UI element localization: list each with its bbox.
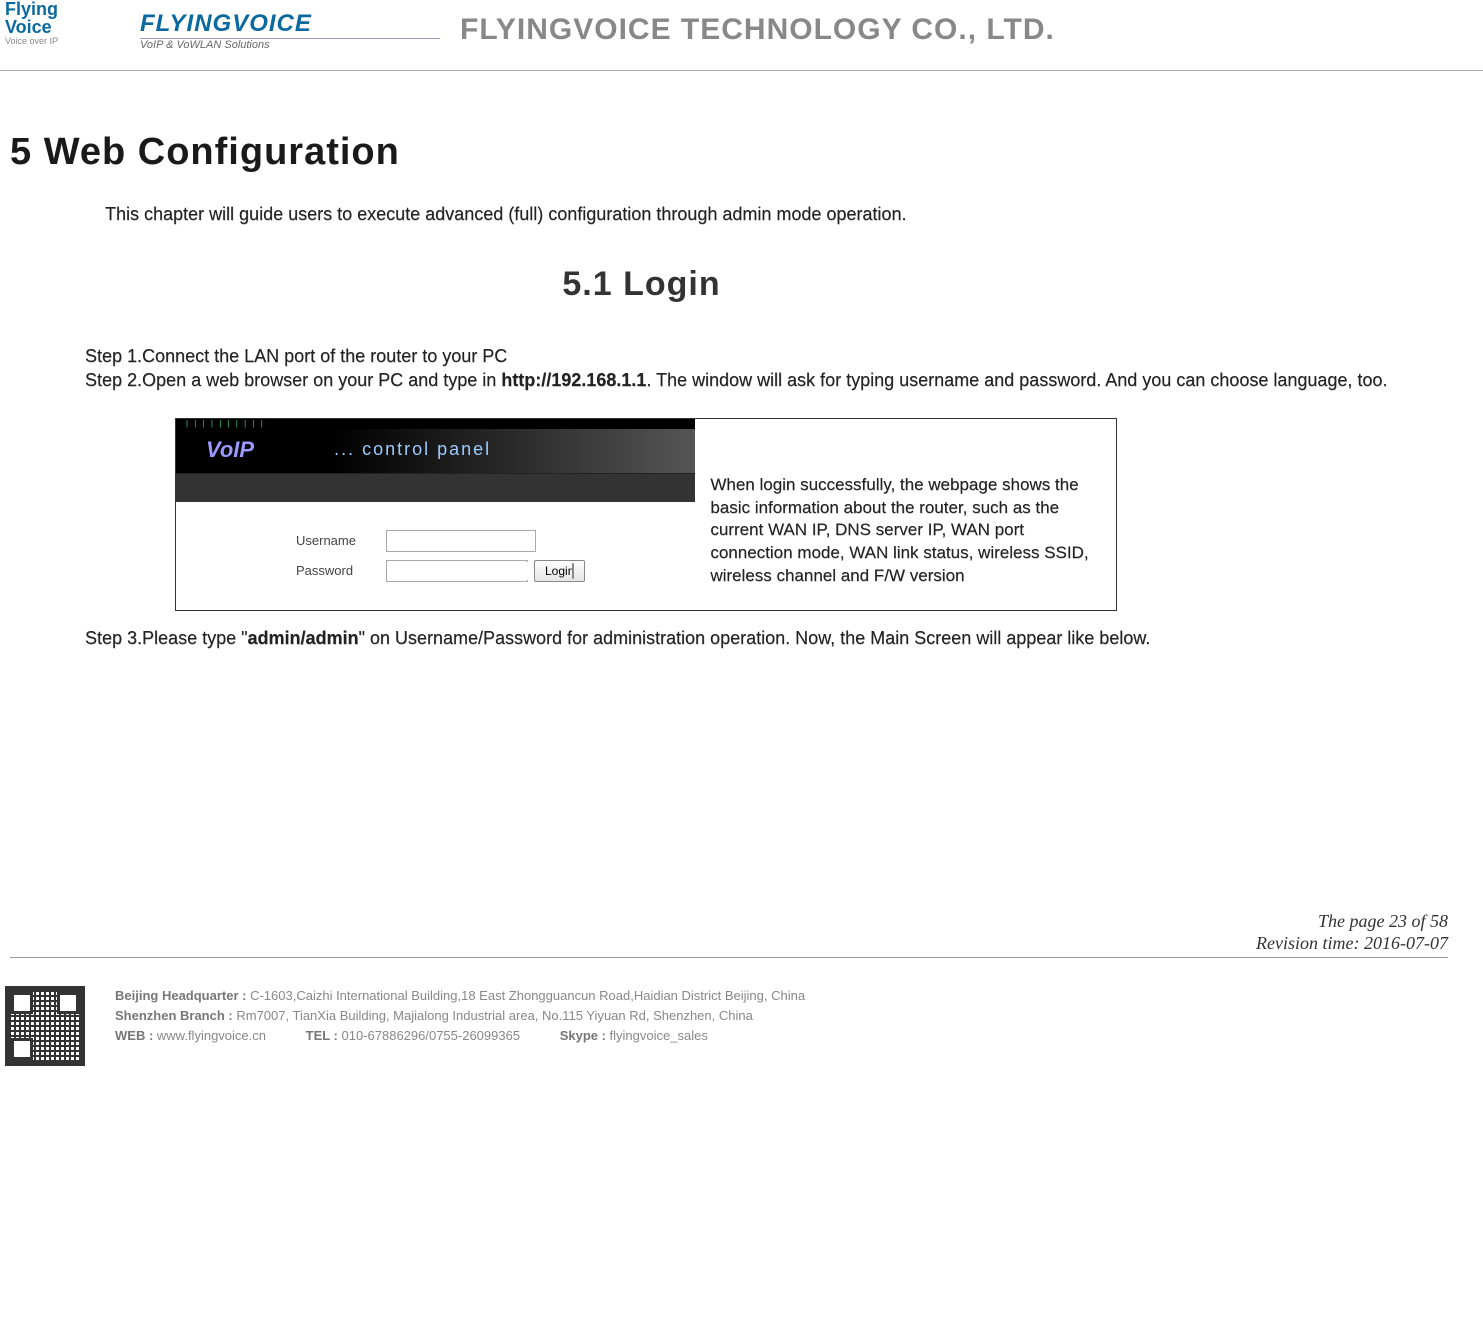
tel-value: 010-67886296/0755-26099365 bbox=[342, 1028, 521, 1043]
keyboard-icon[interactable]: ⌨ bbox=[572, 563, 574, 579]
web-label: WEB : bbox=[115, 1028, 157, 1043]
step3-post: " on Username/Password for administratio… bbox=[359, 628, 1151, 648]
page-header: Flying Voice Voice over IP FLYINGVOICE V… bbox=[0, 0, 1483, 71]
revision-time: Revision time: 2016-07-07 bbox=[10, 932, 1448, 955]
company-name: FLYINGVOICE TECHNOLOGY CO., LTD. bbox=[460, 13, 1055, 47]
step2-url: http://192.168.1.1 bbox=[501, 370, 646, 390]
qr-code-icon bbox=[5, 986, 85, 1066]
beijing-hq-label: Beijing Headquarter : bbox=[115, 988, 250, 1003]
voip-logo-text: VoIP bbox=[206, 437, 254, 463]
skype-value: flyingvoice_sales bbox=[610, 1028, 708, 1043]
login-form: Username Password ⌨ Login bbox=[176, 502, 695, 610]
web-value: www.flyingvoice.cn bbox=[157, 1028, 266, 1043]
login-success-note: When login successfully, the webpage sho… bbox=[695, 419, 1116, 610]
login-button[interactable]: Login bbox=[534, 560, 585, 582]
password-label: Password bbox=[296, 563, 386, 578]
step3-credentials: admin/admin bbox=[248, 628, 359, 648]
heading-section: 5.1 Login bbox=[0, 265, 1473, 304]
logo-flyingvoice-italic: FLYINGVOICE VoIP & VoWLAN Solutions bbox=[140, 10, 440, 51]
page-number-block: The page 23 of 58 Revision time: 2016-07… bbox=[10, 910, 1448, 958]
control-panel-text: ... control panel bbox=[334, 439, 491, 460]
username-label: Username bbox=[296, 533, 386, 548]
username-input[interactable] bbox=[386, 530, 536, 552]
step-1: Step 1.Connect the LAN port of the route… bbox=[85, 344, 1473, 368]
tel-label: TEL : bbox=[306, 1028, 342, 1043]
logo-text-1: Flying bbox=[5, 0, 125, 18]
logo-subtext: Voice over IP bbox=[5, 36, 125, 46]
heading-chapter: 5 Web Configuration bbox=[10, 131, 1473, 174]
logo2-sub: VoIP & VoWLAN Solutions bbox=[140, 38, 440, 51]
document-footer: Beijing Headquarter : C-1603,Caizhi Inte… bbox=[0, 978, 1483, 1074]
login-panel-header: | | | | | | | | | | VoIP ... control pan… bbox=[176, 419, 695, 502]
chapter-intro: This chapter will guide users to execute… bbox=[105, 204, 1473, 225]
footer-contact-info: Beijing Headquarter : C-1603,Caizhi Inte… bbox=[115, 986, 1478, 1066]
decorative-tickbar: | | | | | | | | | | bbox=[176, 419, 695, 429]
decorative-darkbar bbox=[176, 473, 695, 502]
step-2: Step 2.Open a web browser on your PC and… bbox=[85, 368, 1473, 392]
beijing-hq-value: C-1603,Caizhi International Building,18 … bbox=[250, 988, 805, 1003]
login-screenshot-callout: | | | | | | | | | | VoIP ... control pan… bbox=[175, 418, 1117, 611]
logo-flying-voice-small: Flying Voice Voice over IP bbox=[5, 0, 125, 60]
logo2-main: FLYINGVOICE bbox=[140, 10, 440, 38]
step3-pre: Step 3.Please type " bbox=[85, 628, 248, 648]
document-body: 5 Web Configuration This chapter will gu… bbox=[0, 71, 1483, 978]
skype-label: Skype : bbox=[560, 1028, 610, 1043]
step2-pre: Step 2.Open a web browser on your PC and… bbox=[85, 370, 501, 390]
shenzhen-branch-label: Shenzhen Branch : bbox=[115, 1008, 236, 1023]
step-3-text: Step 3.Please type "admin/admin" on User… bbox=[85, 626, 1473, 650]
step2-post: . The window will ask for typing usernam… bbox=[646, 370, 1387, 390]
page-number: The page 23 of 58 bbox=[10, 910, 1448, 933]
shenzhen-branch-value: Rm7007, TianXia Building, Majialong Indu… bbox=[236, 1008, 752, 1023]
step-list: Step 1.Connect the LAN port of the route… bbox=[85, 344, 1473, 393]
logo-text-2: Voice bbox=[5, 18, 125, 36]
login-panel: | | | | | | | | | | VoIP ... control pan… bbox=[176, 419, 695, 610]
